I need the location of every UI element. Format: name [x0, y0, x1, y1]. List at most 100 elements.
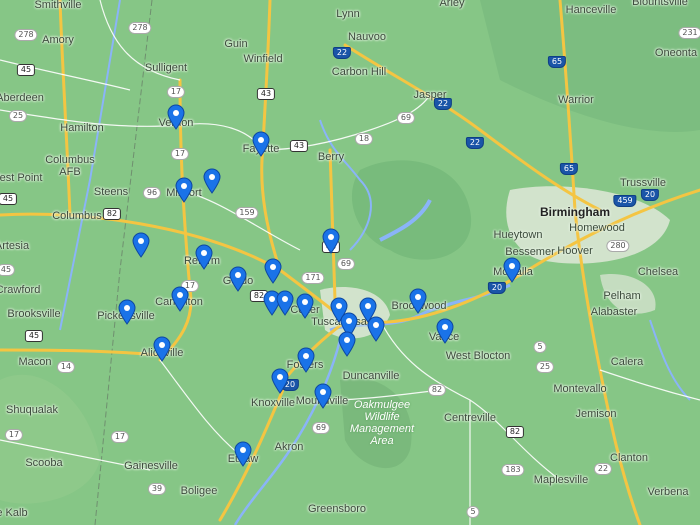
state-route-shield-280: 280	[606, 240, 630, 252]
city-label-nauvoo: Nauvoo	[348, 31, 386, 43]
state-route-shield-69: 69	[311, 422, 331, 434]
city-label-greensboro: Greensboro	[307, 503, 367, 515]
map-pin-icon[interactable]	[175, 177, 193, 203]
map-pin-icon[interactable]	[171, 286, 189, 312]
state-route-shield-17: 17	[110, 431, 130, 443]
map-pin-icon[interactable]	[118, 299, 136, 325]
map-pin-icon[interactable]	[195, 244, 213, 270]
interstate-shield-22: 22	[465, 137, 485, 149]
us-route-shield-82: 82	[505, 426, 525, 438]
map-canvas[interactable]: Smithville Amory Aberdeen Hamilton Columbus A…	[0, 0, 700, 525]
map-pin-icon[interactable]	[367, 316, 385, 342]
state-route-shield-45: 45	[0, 264, 16, 276]
map-pin-icon[interactable]	[436, 318, 454, 344]
city-label-birmingham: Birmingham	[539, 205, 611, 219]
state-route-shield-25: 25	[8, 110, 28, 122]
city-label-pelham: Pelham	[603, 290, 641, 302]
city-label-knoxville: Knoxville	[250, 397, 296, 409]
map-pin-icon[interactable]	[314, 383, 332, 409]
interstate-shield-65: 65	[547, 56, 567, 68]
state-route-shield-17: 17	[4, 429, 24, 441]
city-label-trussville: Trussville	[619, 177, 667, 189]
city-label-winfield: Winfield	[243, 53, 283, 65]
city-label-chelsea: Chelsea	[637, 266, 679, 278]
city-label-montevallo: Montevallo	[553, 383, 607, 395]
state-route-shield-278: 278	[14, 29, 38, 41]
map-pin-icon[interactable]	[271, 368, 289, 394]
city-label-smithville: Smithville	[34, 0, 82, 11]
city-label-gainesville: Gainesville	[124, 460, 178, 472]
map-pin-icon[interactable]	[276, 290, 294, 316]
city-label-brooksville: Brooksville	[7, 308, 61, 320]
us-route-shield-45: 45	[16, 64, 36, 76]
city-label-hamilton: Hamilton	[60, 122, 104, 134]
state-route-shield-183: 183	[501, 464, 525, 476]
map-pin-icon[interactable]	[264, 258, 282, 284]
city-label-steens: Steens	[93, 186, 129, 198]
state-route-shield-278: 278	[128, 22, 152, 34]
map-pin-icon[interactable]	[229, 266, 247, 292]
city-label-centreville: Centreville	[444, 412, 496, 424]
city-label-lynn: Lynn	[336, 8, 360, 20]
state-route-shield-17: 17	[170, 148, 190, 160]
state-route-shield-18: 18	[354, 133, 374, 145]
city-label-scooba: Scooba	[25, 457, 63, 469]
state-route-shield-17: 17	[166, 86, 186, 98]
state-route-shield-159: 159	[235, 207, 259, 219]
city-label-artesia: Artesia	[0, 240, 30, 252]
state-route-shield-96: 96	[142, 187, 162, 199]
city-label-alabaster: Alabaster	[590, 306, 638, 318]
city-label-hoover: Hoover	[557, 245, 593, 257]
city-label-verbena: Verbena	[647, 486, 689, 498]
city-label-aberdeen: Aberdeen	[0, 92, 44, 104]
state-route-shield-14: 14	[56, 361, 76, 373]
us-route-shield-45: 45	[0, 193, 18, 205]
city-label-calera: Calera	[610, 356, 644, 368]
map-pin-icon[interactable]	[167, 104, 185, 130]
city-label-columbus: Columbus	[52, 210, 102, 222]
city-label-arley: Arley	[439, 0, 465, 9]
city-label-carbon-hill: Carbon Hill	[331, 66, 387, 78]
city-label-west-blocton: West Blocton	[445, 350, 511, 362]
us-route-shield-45: 45	[24, 330, 44, 342]
map-pin-icon[interactable]	[322, 228, 340, 254]
city-label-shuqualak: Shuqualak	[6, 404, 58, 416]
interstate-shield-459: 459	[613, 195, 637, 207]
state-route-shield-82: 82	[427, 384, 447, 396]
state-route-shield-22: 22	[593, 463, 613, 475]
city-label-hueytown: Hueytown	[493, 229, 543, 241]
city-label-hanceville: Hanceville	[565, 4, 617, 16]
city-label-clanton: Clanton	[610, 452, 648, 464]
city-label-amory: Amory	[42, 34, 74, 46]
city-label-west-point: West Point	[0, 172, 43, 184]
city-label-macon: Macon	[18, 356, 52, 368]
map-pin-icon[interactable]	[234, 441, 252, 467]
wildlife-area-label: Oakmulgee Wildlife Management Area	[349, 399, 415, 447]
state-route-shield-171: 171	[301, 272, 325, 284]
city-label-de-kalb: De Kalb	[0, 507, 28, 519]
state-route-shield-5: 5	[533, 341, 547, 353]
city-label-jemison: Jemison	[575, 408, 617, 420]
map-pin-icon[interactable]	[153, 336, 171, 362]
city-label-blountsville: Blountsville	[632, 0, 688, 8]
us-route-shield-43: 43	[256, 88, 276, 100]
interstate-shield-20: 20	[487, 282, 507, 294]
city-label-duncanville: Duncanville	[342, 370, 400, 382]
map-pin-icon[interactable]	[503, 257, 521, 283]
interstate-shield-65: 65	[559, 163, 579, 175]
interstate-shield-22: 22	[433, 98, 453, 110]
map-pin-icon[interactable]	[132, 232, 150, 258]
city-label-berry: Berry	[317, 151, 345, 163]
city-label-warrior: Warrior	[558, 94, 594, 106]
map-pin-icon[interactable]	[409, 288, 427, 314]
city-label-homewood: Homewood	[569, 222, 625, 234]
state-route-shield-231: 231	[678, 27, 700, 39]
interstate-shield-22: 22	[332, 47, 352, 59]
state-route-shield-5: 5	[466, 506, 480, 518]
map-pin-icon[interactable]	[338, 331, 356, 357]
map-pin-icon[interactable]	[297, 347, 315, 373]
map-pin-icon[interactable]	[252, 131, 270, 157]
city-label-crawford: Crawford	[0, 284, 41, 296]
map-pin-icon[interactable]	[296, 293, 314, 319]
map-pin-icon[interactable]	[203, 168, 221, 194]
